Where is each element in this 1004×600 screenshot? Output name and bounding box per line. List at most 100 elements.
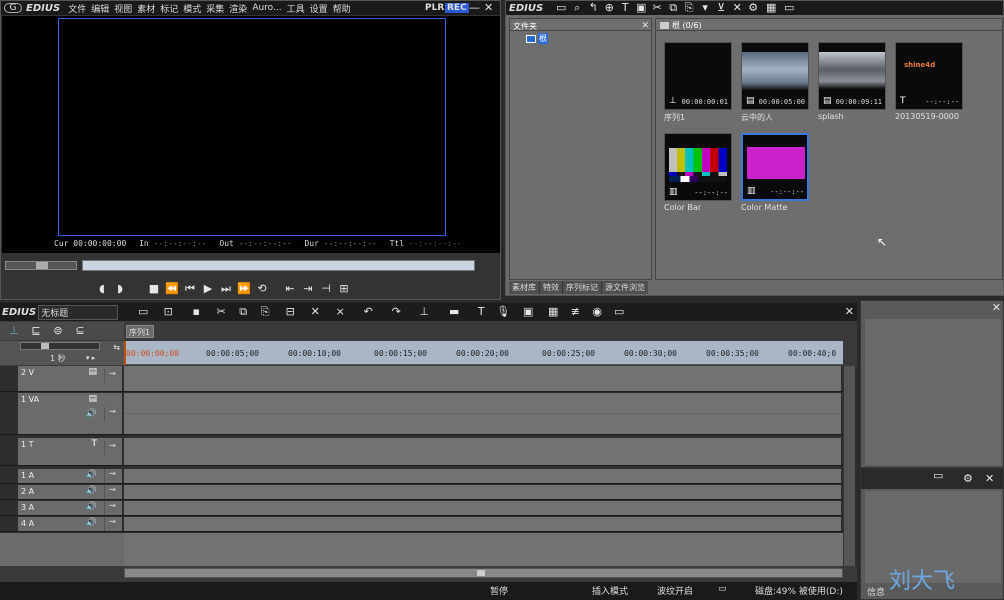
- set-in-icon[interactable]: ◖: [93, 281, 111, 297]
- track-3a[interactable]: 3 A 🔊 ⇝: [0, 501, 855, 516]
- tab-bin[interactable]: 素材库: [509, 281, 540, 294]
- track-2a[interactable]: 2 A 🔊 ⇝: [0, 485, 855, 500]
- track-sync-icon[interactable]: ⇝: [104, 501, 120, 515]
- video-track-icon[interactable]: ▤: [88, 394, 97, 404]
- menu-file[interactable]: 文件: [68, 2, 86, 15]
- audio-record-icon[interactable]: 🎙: [492, 305, 514, 319]
- video-track-icon[interactable]: ▤: [88, 367, 97, 377]
- scrub-bar[interactable]: [82, 260, 475, 271]
- menu-help[interactable]: 帮助: [333, 2, 351, 15]
- track-sync-icon[interactable]: ⇝: [104, 441, 120, 455]
- track-2v[interactable]: 2 V ▤ ⇝: [0, 366, 855, 392]
- color-clip-icon[interactable]: ▣: [633, 1, 649, 15]
- track-1va[interactable]: 1 VA ▤ 🔊 ⇝: [0, 393, 855, 435]
- link-icon[interactable]: ⊜: [47, 324, 69, 338]
- insert-icon[interactable]: ⇤: [281, 281, 299, 297]
- track-1a[interactable]: 1 A 🔊 ⇝: [0, 469, 855, 484]
- delete-icon[interactable]: ✕: [304, 305, 326, 319]
- copy-icon[interactable]: ⧉: [232, 305, 254, 319]
- title-track-icon[interactable]: T: [92, 439, 98, 449]
- transition-icon[interactable]: ▬: [438, 305, 470, 319]
- menu-render[interactable]: 渲染: [229, 2, 247, 15]
- info-tab[interactable]: 信息: [867, 585, 885, 598]
- paste-icon[interactable]: ⎘: [681, 1, 697, 15]
- group-icon[interactable]: ⊆: [69, 324, 91, 338]
- vertical-scrollbar[interactable]: [843, 366, 855, 566]
- track-sync-icon[interactable]: ⇝: [104, 407, 120, 421]
- clip-sequence1[interactable]: ⊥ 00:00:00:01 序列1: [664, 42, 732, 123]
- tab-sequence-markers[interactable]: 序列标记: [563, 281, 602, 294]
- properties-icon[interactable]: ⚙: [745, 1, 761, 15]
- audio-track-icon[interactable]: 🔊: [86, 409, 97, 419]
- menu-marker[interactable]: 标记: [160, 2, 178, 15]
- step-back-icon[interactable]: ⏮: [181, 281, 199, 297]
- shuttle-slider[interactable]: [5, 261, 77, 270]
- mode-icon[interactable]: ⊥: [3, 324, 25, 338]
- zoom-arrows-icon[interactable]: ▾ ▸: [86, 351, 95, 365]
- play-icon[interactable]: ▶: [199, 281, 217, 297]
- track-sync-icon[interactable]: ⇝: [104, 369, 120, 383]
- zoom-label[interactable]: 1 秒: [50, 353, 66, 364]
- window-icon[interactable]: ▭: [781, 1, 797, 15]
- sequence-tab[interactable]: 序列1: [126, 325, 154, 338]
- clip-cloud-person[interactable]: ▤ 00:00:05:00 云中的人: [741, 42, 809, 123]
- plr-button[interactable]: PLR: [425, 3, 444, 13]
- folder-root-item[interactable]: 根: [526, 33, 548, 44]
- clip-color-matte[interactable]: ▥ --:--:-- Color Matte: [741, 133, 809, 212]
- view-icon[interactable]: ▦: [761, 1, 781, 15]
- menu-view[interactable]: 视图: [114, 2, 132, 15]
- sync-icon[interactable]: ⊑: [25, 324, 47, 338]
- menu-clip[interactable]: 素材: [137, 2, 155, 15]
- menu-capture[interactable]: 采集: [206, 2, 224, 15]
- cut-icon[interactable]: ✂: [649, 1, 665, 15]
- panel-close-icon[interactable]: ✕: [992, 301, 1001, 315]
- folder-icon[interactable]: ▭: [553, 1, 569, 15]
- playhead[interactable]: [124, 341, 126, 365]
- step-forward-icon[interactable]: ⏭: [217, 281, 235, 297]
- clip-title-20130519[interactable]: shine4d T --:--:-- 20130519-0000: [895, 42, 963, 121]
- fast-forward-icon[interactable]: ⏩: [235, 281, 253, 297]
- stop-icon[interactable]: ■: [145, 281, 163, 297]
- mixer-icon[interactable]: ≢: [564, 305, 586, 319]
- render-icon[interactable]: ◉: [586, 305, 608, 319]
- add-cut-icon[interactable]: ⊥: [410, 305, 438, 319]
- paste-icon[interactable]: ⎘: [254, 305, 276, 319]
- audio-track-icon[interactable]: 🔊: [86, 518, 97, 528]
- loop-icon[interactable]: ⟲: [253, 281, 271, 297]
- marker-icon[interactable]: ▣: [514, 305, 542, 319]
- delete-icon[interactable]: ✕: [729, 1, 745, 15]
- close-icon[interactable]: ✕: [484, 1, 493, 15]
- rec-button[interactable]: REC: [445, 3, 469, 13]
- clip-color-bar[interactable]: ▥ --:--:-- Color Bar: [664, 133, 732, 212]
- audio-track-icon[interactable]: 🔊: [86, 486, 97, 496]
- time-ruler[interactable]: 00:00:00;00 00:00:05;00 00:00:10;00 00:0…: [124, 341, 843, 365]
- track-sync-icon[interactable]: ⇝: [104, 485, 120, 499]
- undo-icon[interactable]: ↶: [354, 305, 382, 319]
- open-icon[interactable]: ⊡: [154, 305, 182, 319]
- title-icon[interactable]: T: [617, 1, 633, 15]
- panel-close-icon[interactable]: ✕: [985, 472, 994, 486]
- status-ripple[interactable]: 波纹开启: [657, 584, 693, 597]
- export-icon[interactable]: ▭: [608, 305, 630, 319]
- add-clip-icon[interactable]: ⊕: [601, 1, 617, 15]
- audio-track-icon[interactable]: 🔊: [86, 502, 97, 512]
- menu-edit[interactable]: 编辑: [91, 2, 109, 15]
- panel-dock-icon[interactable]: ▭: [933, 469, 943, 483]
- menu-mode[interactable]: 模式: [183, 2, 201, 15]
- horizontal-scrollbar[interactable]: [124, 568, 843, 578]
- rewind-icon[interactable]: ⏪: [163, 281, 181, 297]
- redo-icon[interactable]: ↷: [382, 305, 410, 319]
- replace-icon[interactable]: ⊟: [276, 305, 304, 319]
- minimize-icon[interactable]: —: [469, 1, 480, 15]
- menu-auro[interactable]: Auro...: [252, 3, 281, 13]
- copy-icon[interactable]: ⧉: [665, 1, 681, 15]
- menu-settings[interactable]: 设置: [310, 2, 328, 15]
- title-icon[interactable]: T: [470, 305, 492, 319]
- panel-settings-icon[interactable]: ⚙: [963, 472, 973, 486]
- player-icon[interactable]: ▾: [697, 1, 713, 15]
- track-sync-icon[interactable]: ⇝: [104, 517, 120, 531]
- clip-splash[interactable]: ▤ 00:00:09:11 splash: [818, 42, 886, 121]
- match-frame-icon[interactable]: ⊞: [335, 281, 353, 297]
- tab-effects[interactable]: 特效: [540, 281, 563, 294]
- track-sync-icon[interactable]: ⇝: [104, 469, 120, 483]
